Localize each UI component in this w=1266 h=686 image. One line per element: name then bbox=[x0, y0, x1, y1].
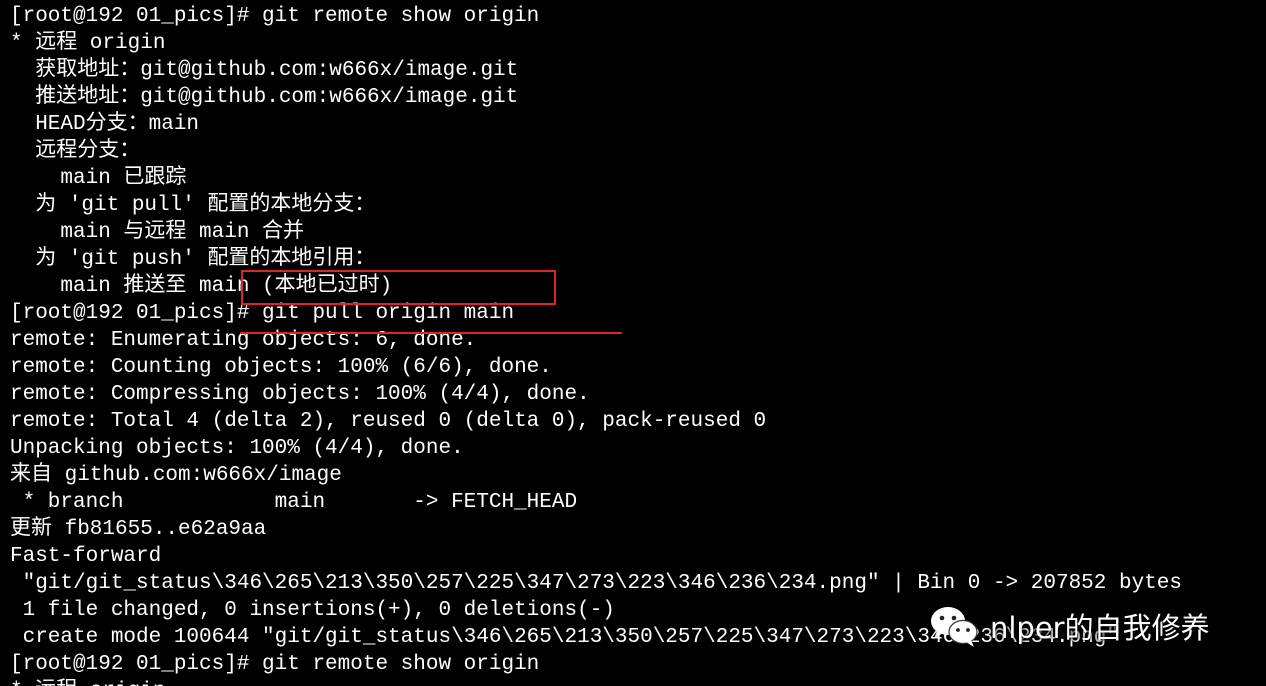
terminal-line: 获取地址：git@github.com:w666x/image.git bbox=[10, 59, 519, 82]
terminal-line: Fast-forward bbox=[10, 545, 162, 568]
highlight-box bbox=[241, 270, 556, 305]
terminal-line: 推送地址：git@github.com:w666x/image.git bbox=[10, 86, 519, 109]
terminal-line: "git/git_status\346\265\213\350\257\225\… bbox=[10, 572, 1182, 595]
terminal-line: [root@192 01_pics]# git remote show orig… bbox=[10, 5, 540, 28]
terminal-line: remote: Counting objects: 100% (6/6), do… bbox=[10, 356, 552, 379]
terminal-line: main 已跟踪 bbox=[10, 167, 187, 190]
terminal-line: 来自 github.com:w666x/image bbox=[10, 464, 342, 487]
terminal-line: * 远程 origin bbox=[10, 32, 166, 55]
wechat-icon bbox=[931, 607, 978, 647]
terminal-line: HEAD分支：main bbox=[10, 113, 200, 136]
highlight-underline bbox=[240, 332, 622, 334]
terminal-line: main 与远程 main 合并 bbox=[10, 221, 305, 244]
terminal-line: 为 'git push' 配置的本地引用： bbox=[10, 248, 376, 271]
terminal-line: remote: Total 4 (delta 2), reused 0 (del… bbox=[10, 410, 767, 433]
watermark-text: nlper的自我修养 bbox=[990, 611, 1210, 645]
terminal-line: 1 file changed, 0 insertions(+), 0 delet… bbox=[10, 599, 615, 622]
terminal-line: * 远程 origin bbox=[10, 678, 165, 686]
terminal-line: remote: Compressing objects: 100% (4/4),… bbox=[10, 383, 590, 406]
terminal-line: 更新 fb81655..e62a9aa bbox=[10, 518, 267, 541]
terminal-line: [root@192 01_pics]# git remote show orig… bbox=[10, 653, 540, 676]
terminal-window[interactable]: [root@192 01_pics]# git remote show orig… bbox=[0, 0, 1266, 686]
watermark: nlper的自我修养 bbox=[928, 603, 1210, 649]
terminal-line: Unpacking objects: 100% (4/4), done. bbox=[10, 437, 464, 460]
terminal-line: * branch main -> FETCH_HEAD bbox=[10, 491, 578, 514]
terminal-line: 为 'git pull' 配置的本地分支： bbox=[10, 194, 376, 217]
terminal-line: 远程分支： bbox=[10, 140, 141, 163]
